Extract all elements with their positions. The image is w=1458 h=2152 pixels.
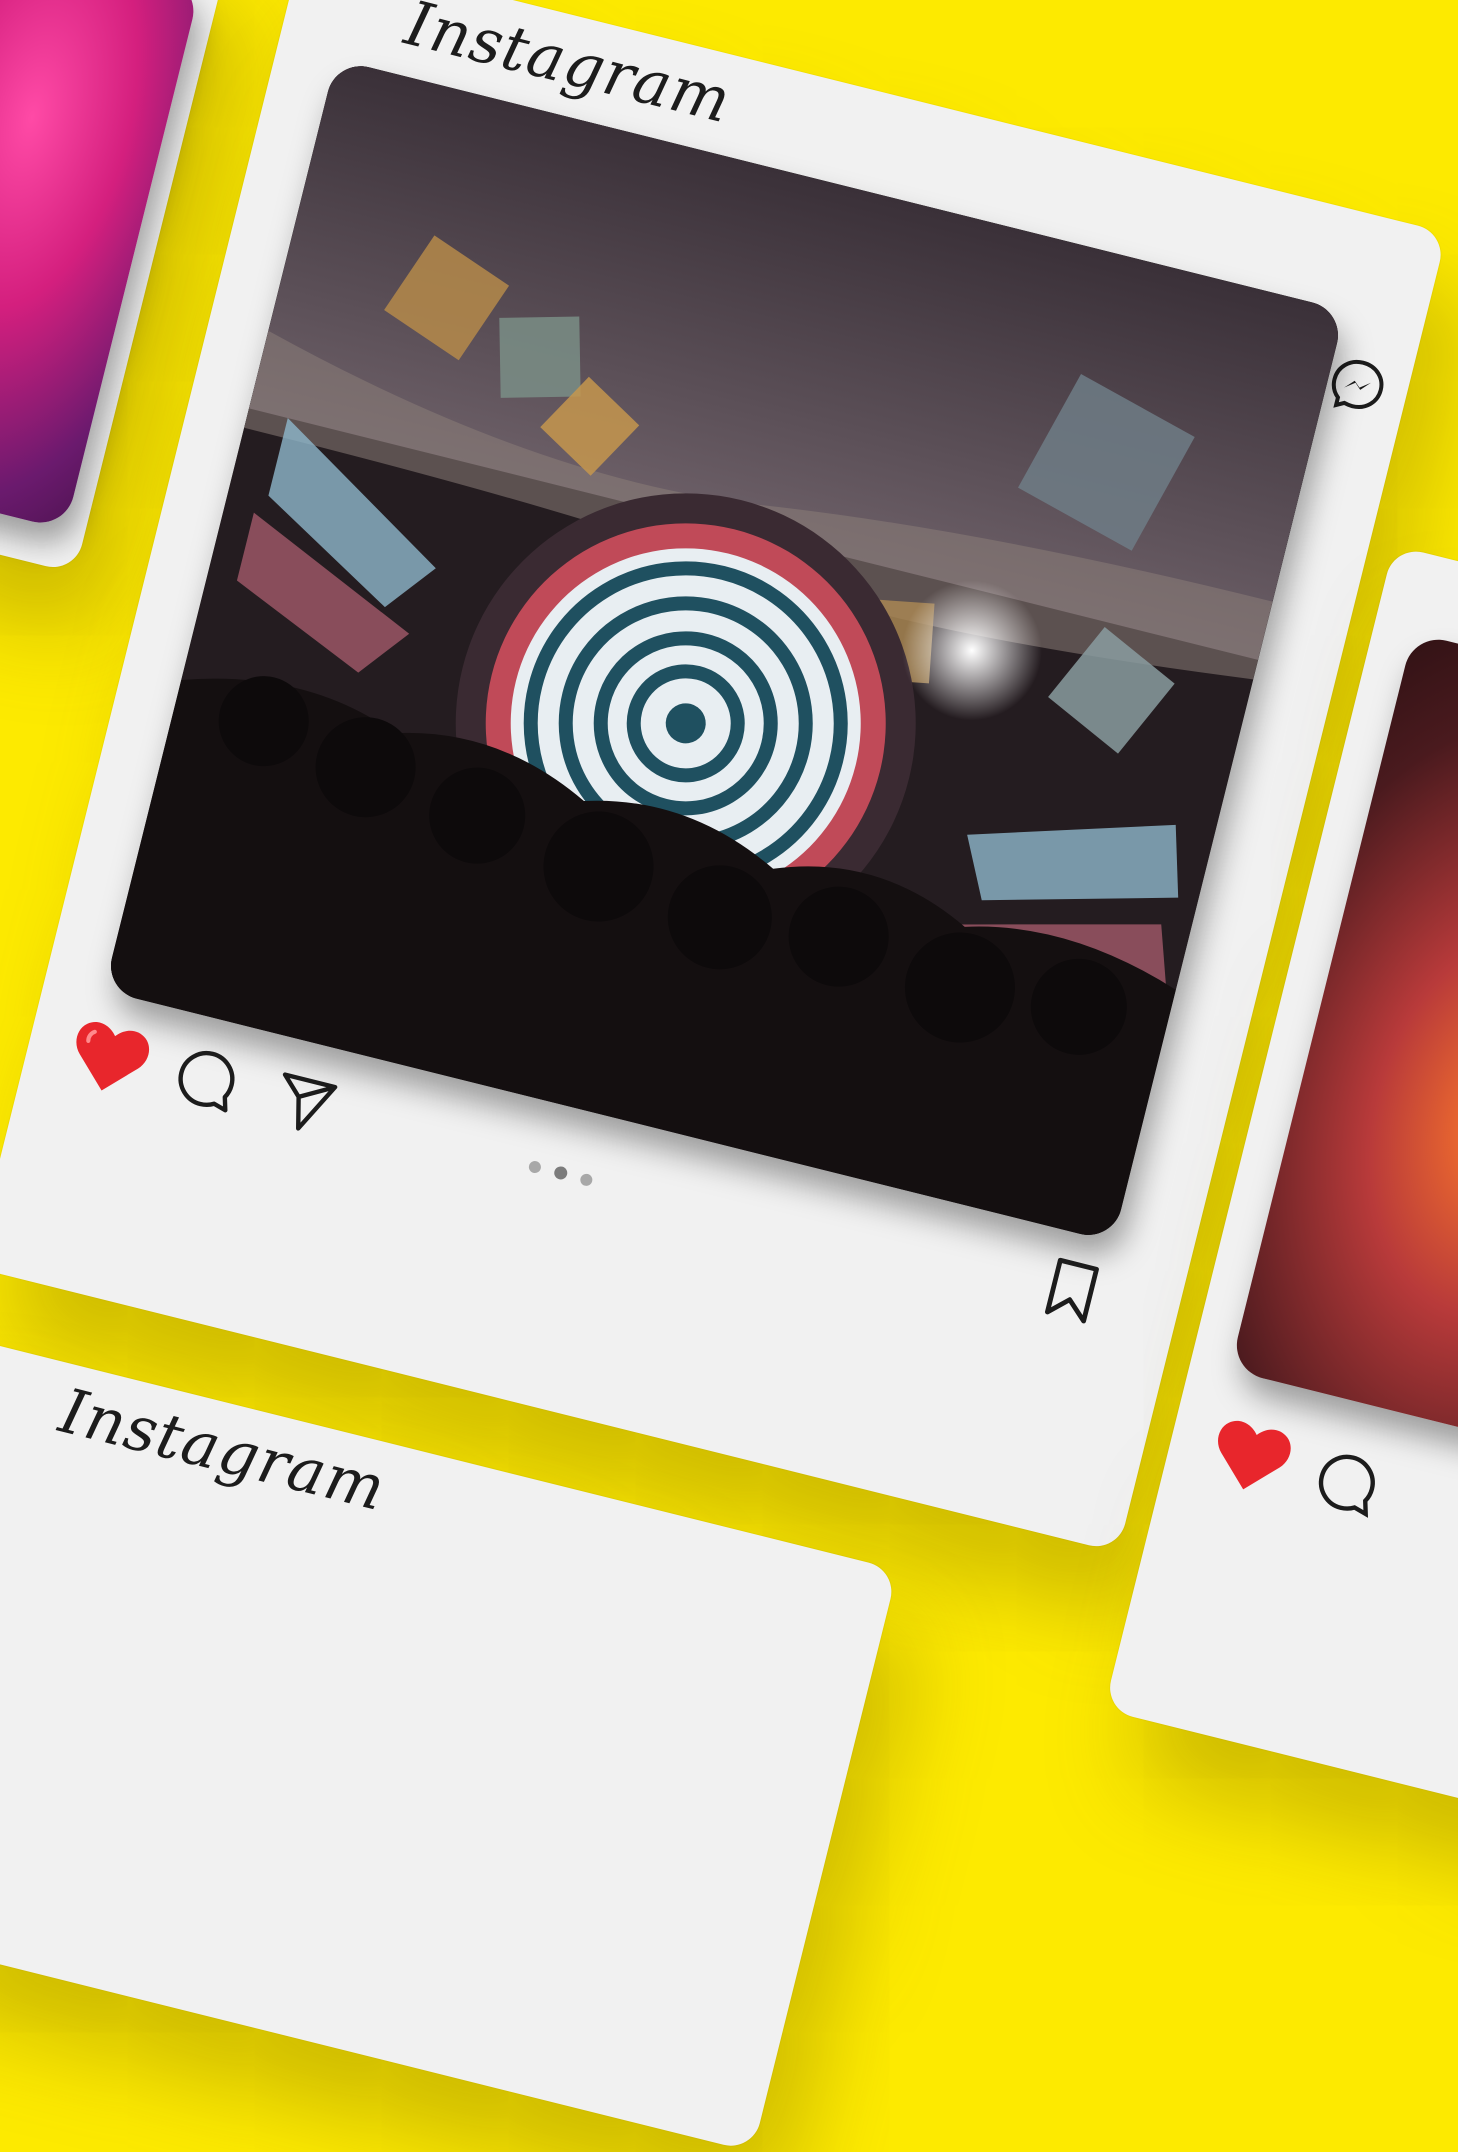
concert-scene xyxy=(103,59,1346,1243)
heart-filled-icon-right[interactable] xyxy=(1202,1409,1302,1503)
heart-filled-icon[interactable] xyxy=(60,1010,160,1104)
instagram-wordmark-bottom: Instagram xyxy=(52,1373,393,1526)
carousel-indicator xyxy=(527,1159,594,1187)
send-icon[interactable] xyxy=(266,1066,343,1142)
bookmark-icon[interactable] xyxy=(1038,1253,1106,1328)
carousel-dot[interactable] xyxy=(579,1172,594,1187)
carousel-dot[interactable] xyxy=(527,1159,543,1174)
comment-icon[interactable] xyxy=(169,1041,244,1116)
carousel-dot-active[interactable] xyxy=(552,1165,569,1181)
comment-icon-right[interactable] xyxy=(1309,1445,1384,1520)
left-post-photo[interactable] xyxy=(0,0,201,530)
post-photo-concert[interactable] xyxy=(103,59,1346,1243)
